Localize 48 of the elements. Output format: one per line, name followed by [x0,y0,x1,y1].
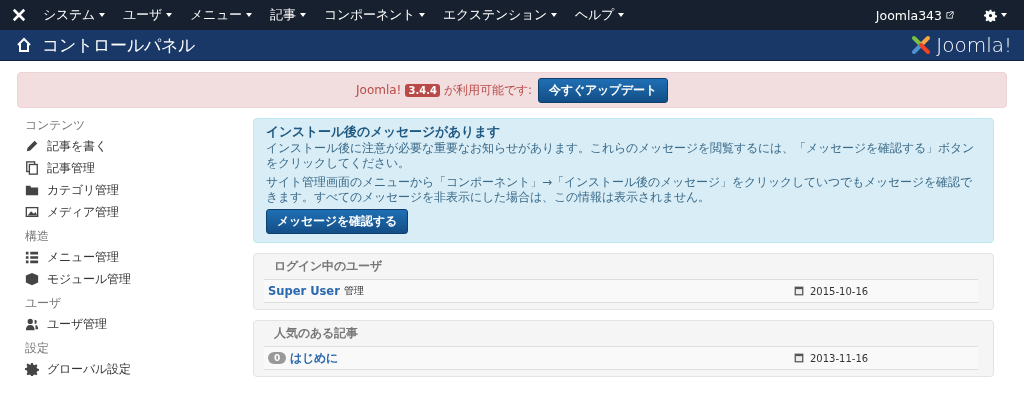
item-link[interactable]: Super User [268,284,340,298]
menu-button[interactable]: コンポーネント [315,6,434,24]
user-role: 管理 [343,284,364,298]
calendar-icon [794,353,804,363]
sidebar-link[interactable]: グローバル設定 [25,358,239,380]
sidebar-heading: コンテンツ [25,118,86,132]
info-paragraph: サイト管理画面のメニューから「コンポーネント」→「インストール後のメッセージ」をクリックしていつでもメッセージを確認できます。すべてのメッセージを非表示にした場合は、この情報は表示されません。 [266,175,974,205]
page-title: コントロールパネル [42,33,195,57]
sidebar-link[interactable]: メディア管理 [25,201,239,223]
update-button[interactable]: 今すぐアップデート [537,77,668,103]
date-text: 2013-11-16 [810,352,869,364]
sidebar-heading: 構造 [25,229,50,243]
info-paragraph: インストール後に注意が必要な重要なお知らせがあります。これらのメッセージを閲覧するには、「メッセージを確認する」ボタンをクリックしてください。 [266,141,975,171]
alert-text: が利用可能です: [443,81,532,99]
version-label: 3.4.4 [405,83,440,97]
sidebar-heading: 設定 [25,341,50,355]
menu-button[interactable]: 記事 [261,6,315,24]
image-icon [25,205,39,219]
site-link[interactable]: Joomla343 [866,7,963,23]
sidebar-link[interactable]: ユーザ管理 [25,313,239,335]
hits-badge: 0 [268,352,287,364]
menu-button[interactable]: エクステンション [434,6,566,24]
item-link[interactable]: はじめに [290,350,339,366]
sidebar-link[interactable]: モジュール管理 [25,268,239,290]
folder-icon [25,183,39,197]
home-icon [16,37,32,53]
sidebar-link[interactable]: カテゴリ管理 [25,179,239,201]
menu-button[interactable]: システム [34,6,114,24]
pencil-icon [25,139,39,153]
copy-icon [25,161,39,175]
sidebar-heading: ユーザ [25,296,62,310]
menu-button[interactable]: メニュー [181,6,261,24]
alert-text: Joomla! [356,83,402,97]
menu-button[interactable]: ユーザ [114,6,181,24]
logo-text: Joomla! [936,33,1012,57]
gear-icon [25,362,39,376]
review-messages-button[interactable]: メッセージを確認する [266,209,408,234]
list-icon [25,250,39,264]
info-title: インストール後のメッセージがあります [266,124,501,141]
menu-button[interactable]: ヘルプ [566,6,633,24]
users-icon [25,317,39,331]
external-link-icon [946,11,954,19]
sidebar-link[interactable]: 記事を書く [25,135,239,157]
sidebar-link[interactable]: メニュー管理 [25,246,239,268]
settings-icon [984,8,997,22]
date-text: 2015-10-16 [810,285,869,297]
sidebar-link[interactable]: 記事管理 [25,157,239,179]
calendar-icon [794,286,804,296]
